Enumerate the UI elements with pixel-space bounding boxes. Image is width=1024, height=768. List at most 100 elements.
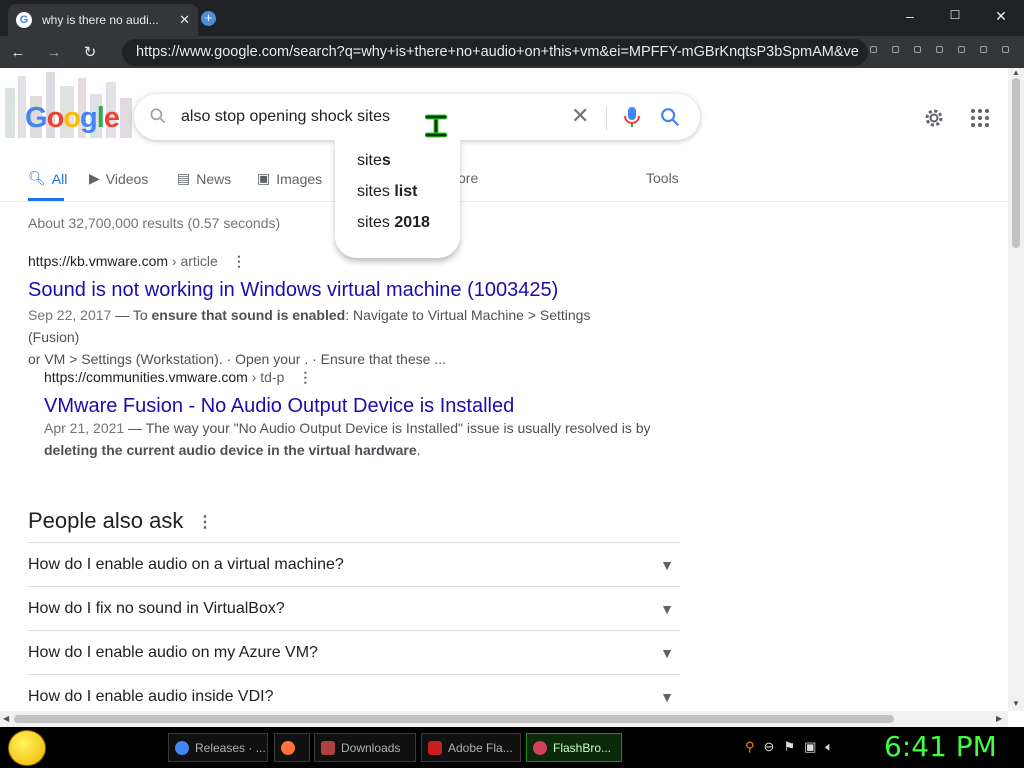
- settings-gear-icon[interactable]: [922, 106, 946, 130]
- scroll-right-arrow-icon[interactable]: ▶: [996, 714, 1002, 723]
- news-icon: ▤: [177, 170, 191, 186]
- tab-videos-label: Videos: [105, 170, 149, 187]
- taskbar-item-flashbrowser[interactable]: FlashBro...: [526, 733, 622, 762]
- paa-question[interactable]: How do I enable audio on a virtual machi…: [28, 542, 680, 586]
- search-divider: [606, 106, 607, 130]
- minimize-button[interactable]: –: [895, 8, 925, 24]
- extension-icon[interactable]: [1002, 46, 1009, 53]
- address-bar[interactable]: https://www.google.com/search?q=why+is+t…: [122, 39, 868, 66]
- snippet-highlight: deleting the current audio device in the…: [44, 442, 417, 458]
- start-smiley-icon[interactable]: [8, 730, 46, 766]
- google-doodle-logo[interactable]: Google: [25, 102, 120, 135]
- result-snippet: Apr 21, 2021 — The way your "No Audio Ou…: [44, 417, 654, 461]
- result-url[interactable]: https://kb.vmware.com › article ⋮: [28, 253, 246, 270]
- taskbar-item-adobe-flash[interactable]: Adobe Fla...: [421, 733, 521, 762]
- people-also-ask-heading: People also ask: [28, 508, 184, 533]
- back-arrow-icon[interactable]: ←: [0, 44, 36, 61]
- search-submit-icon[interactable]: [659, 106, 681, 128]
- suggestion-text: sites: [357, 214, 390, 231]
- chevron-down-icon: ▼: [660, 557, 674, 573]
- result-date: Apr 21, 2021: [44, 420, 125, 436]
- scroll-left-arrow-icon[interactable]: ◀: [3, 714, 9, 723]
- paa-question[interactable]: How do I enable audio inside VDI? ▼: [28, 674, 680, 711]
- tab-images-label: Images: [276, 170, 323, 187]
- tab-videos[interactable]: ▶ Videos: [89, 170, 148, 187]
- tab-images[interactable]: ▣ Images: [257, 170, 322, 187]
- taskbar-item-chrome[interactable]: Releases · ...: [168, 733, 268, 762]
- close-tab-icon[interactable]: ✕: [179, 12, 190, 28]
- clear-search-icon[interactable]: ✕: [571, 105, 589, 127]
- result-title-link[interactable]: VMware Fusion - No Audio Output Device i…: [44, 395, 514, 418]
- result-stats: About 32,700,000 results (0.57 seconds): [28, 215, 281, 231]
- more-options-icon[interactable]: ⋮: [232, 253, 246, 269]
- taskbar-item-firefox[interactable]: [274, 733, 310, 762]
- suggestion-item[interactable]: sites: [357, 152, 391, 170]
- scroll-up-arrow-icon[interactable]: ▲: [1012, 68, 1020, 77]
- search-icon[interactable]: ⚲: [745, 739, 755, 755]
- result-title-link[interactable]: Sound is not working in Windows virtual …: [28, 279, 558, 302]
- extension-icon[interactable]: [980, 46, 987, 53]
- more-options-icon[interactable]: ⋮: [197, 512, 213, 532]
- tools-button[interactable]: Tools: [646, 170, 679, 186]
- more-options-icon[interactable]: ⋮: [298, 369, 312, 385]
- maximize-button[interactable]: ☐: [940, 8, 970, 22]
- snippet-highlight: ensure that sound is enabled: [151, 307, 346, 323]
- tab-news[interactable]: ▤ News: [177, 170, 231, 187]
- tab-all[interactable]: 🔍︎ All: [28, 170, 67, 187]
- extension-icon[interactable]: [936, 46, 943, 53]
- result-url[interactable]: https://communities.vmware.com › td-p ⋮: [44, 369, 312, 386]
- paa-question[interactable]: How do I fix no sound in VirtualBox? ▼: [28, 586, 680, 630]
- extension-icon[interactable]: [892, 46, 899, 53]
- horizontal-scrollbar[interactable]: ◀ ▶: [0, 711, 1008, 727]
- flag-icon[interactable]: ⚑: [783, 739, 795, 755]
- status-icon[interactable]: ⊖: [764, 739, 775, 755]
- flashbrowser-icon: [533, 740, 547, 755]
- extension-icon[interactable]: [958, 46, 965, 53]
- vertical-scroll-thumb[interactable]: [1012, 78, 1020, 248]
- search-icon: 🔍︎: [28, 170, 46, 186]
- taskbar: Releases · ... Downloads Adobe Fla... Fl…: [0, 727, 1024, 768]
- system-tray: ⚲ ⊖ ⚑ ▣ 🔈︎: [745, 739, 833, 755]
- close-window-button[interactable]: ✕: [986, 8, 1016, 25]
- autocomplete-dropdown: sites sites list sites 2018: [335, 140, 460, 258]
- reload-icon[interactable]: ↻: [72, 43, 108, 61]
- tools-label: Tools: [646, 170, 679, 186]
- vertical-scrollbar[interactable]: ▲ ▼: [1008, 68, 1024, 711]
- result-breadcrumb: › article: [168, 253, 218, 269]
- search-icon: [150, 108, 166, 124]
- search-input[interactable]: also stop opening shock sites: [181, 108, 390, 126]
- forward-arrow-icon[interactable]: →: [36, 44, 72, 61]
- scroll-down-arrow-icon[interactable]: ▼: [1012, 699, 1020, 708]
- suggestion-item[interactable]: sites 2018: [357, 214, 430, 232]
- search-box[interactable]: also stop opening shock sites ✕: [134, 94, 700, 140]
- tab-title: why is there no audi...: [42, 13, 159, 27]
- new-tab-button[interactable]: +: [201, 11, 216, 26]
- network-icon[interactable]: ▣: [804, 739, 816, 755]
- paa-question[interactable]: How do I enable audio on my Azure VM? ▼: [28, 630, 680, 674]
- tab-news-label: News: [196, 170, 232, 187]
- volume-icon[interactable]: 🔈︎: [825, 739, 833, 755]
- taskbar-label: Downloads: [341, 740, 401, 755]
- suggestion-completion: list: [389, 183, 418, 200]
- taskbar-item-downloads[interactable]: Downloads: [314, 733, 416, 762]
- tab-more-label: ore: [458, 170, 479, 186]
- result-breadcrumb: › td-p: [247, 369, 285, 385]
- browser-tab[interactable]: G why is there no audi... ✕: [8, 4, 198, 36]
- microphone-icon[interactable]: [622, 106, 642, 128]
- screen: G why is there no audi... ✕ + – ☐ ✕ ← → …: [0, 0, 1024, 768]
- extension-icon[interactable]: [914, 46, 921, 53]
- suggestion-item[interactable]: sites list: [357, 183, 417, 201]
- search-tabs: 🔍︎ All ▶ Videos ▤ News ▣ Images ore Tools: [0, 160, 1008, 202]
- chevron-down-icon: ▼: [660, 601, 674, 617]
- extension-icon[interactable]: [870, 46, 877, 53]
- result-date: Sep 22, 2017: [28, 307, 112, 323]
- extension-icons: [870, 46, 1009, 53]
- tab-more[interactable]: ore: [458, 170, 478, 186]
- taskbar-label: Adobe Fla...: [448, 740, 513, 755]
- horizontal-scroll-thumb[interactable]: [14, 715, 894, 723]
- tab-strip: G why is there no audi... ✕ + – ☐ ✕: [0, 0, 1024, 36]
- search-results-page: Google also stop opening shock sites ✕ 🔍…: [0, 68, 1008, 711]
- firefox-icon: [281, 740, 295, 755]
- taskbar-clock[interactable]: 6:41 PM: [884, 730, 997, 763]
- google-apps-icon[interactable]: [970, 108, 990, 128]
